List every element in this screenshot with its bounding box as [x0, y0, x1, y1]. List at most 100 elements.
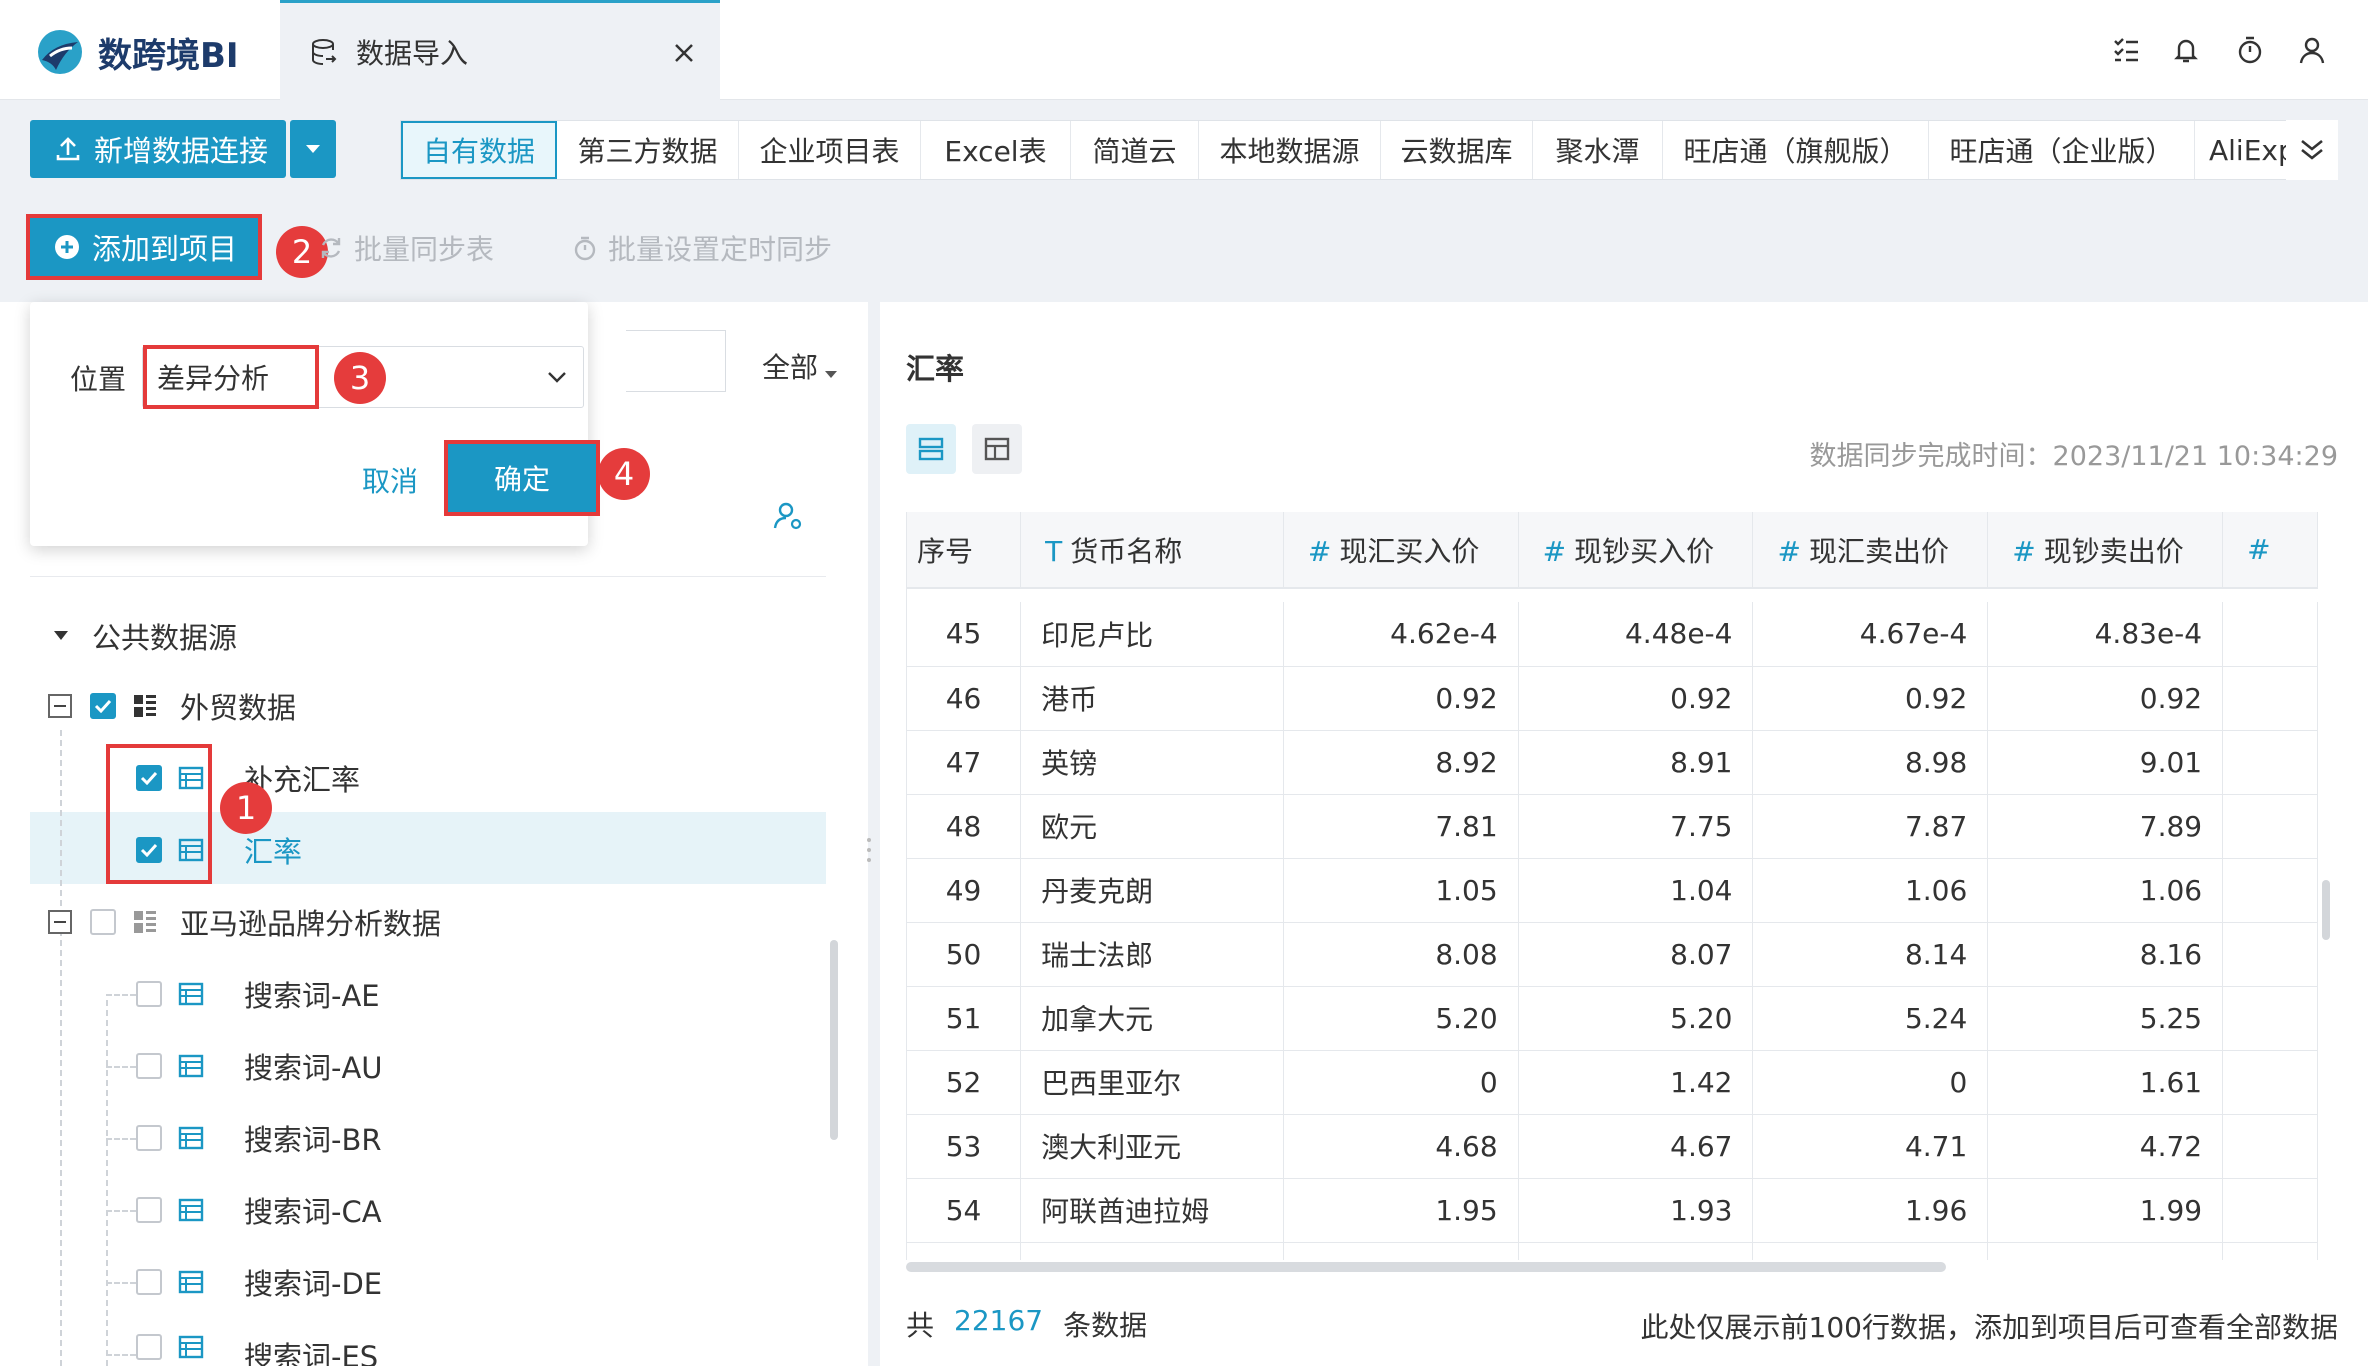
source-tab-cloud-db[interactable]: 云数据库 [1381, 121, 1533, 179]
timer-icon[interactable] [2230, 30, 2270, 70]
tree-item-label: 搜索词-AU [244, 1051, 383, 1085]
tree-item-label: 汇率 [244, 835, 303, 869]
table-cell: 0 [1752, 1050, 1989, 1115]
logo: 数跨境BI [34, 24, 250, 80]
table-cell: 0.39 [1752, 1242, 1989, 1260]
checkbox[interactable] [136, 1269, 162, 1295]
tree-root[interactable]: 公共数据源 [52, 608, 237, 664]
column-header[interactable]: # 现钞买入价 [1518, 512, 1754, 589]
source-tab-third-party[interactable]: 第三方数据 [557, 121, 739, 179]
table-cell: 4.71 [1752, 1114, 1989, 1179]
table-cell: 49 [907, 858, 1022, 923]
batch-sync-button[interactable]: 批量同步表 [318, 228, 494, 268]
batch-timer-button[interactable]: 批量设置定时同步 [572, 228, 832, 268]
source-tab-local[interactable]: 本地数据源 [1199, 121, 1381, 179]
table-row: 54 阿联酋迪拉姆 1.95 1.93 1.96 1.99 [907, 1178, 2318, 1243]
source-tab-jiandaoyun[interactable]: 简道云 [1071, 121, 1199, 179]
checkbox[interactable] [136, 981, 162, 1007]
column-header[interactable]: # 现汇卖出价 [1752, 512, 1989, 589]
step-badge-3: 3 [334, 352, 386, 404]
stopwatch-icon [574, 236, 596, 261]
column-header[interactable]: T 货币名称 [1020, 512, 1284, 589]
tree-item-search-ae[interactable]: 搜索词-AE [136, 966, 380, 1022]
source-tab-aliexpress[interactable]: AliExp [2195, 121, 2295, 179]
table-cell: 4.83e-4 [1987, 602, 2224, 667]
table-cell: 0.42 [1987, 1242, 2224, 1260]
column-header[interactable]: # 现钞卖出价 [1987, 512, 2224, 589]
tree-item-search-ca[interactable]: 搜索词-CA [136, 1182, 382, 1238]
cancel-button[interactable]: 取消 [362, 460, 418, 500]
filter-dropdown[interactable]: 全部 [762, 346, 838, 386]
table-cell [2222, 1050, 2318, 1115]
collapse-icon[interactable] [48, 910, 72, 934]
task-list-icon[interactable] [2106, 30, 2146, 70]
view-detail-icon[interactable] [906, 424, 956, 474]
checkbox[interactable] [90, 909, 116, 935]
checkbox[interactable] [136, 1334, 162, 1360]
vertical-scrollbar[interactable] [2322, 880, 2330, 940]
source-tab-own[interactable]: 自有数据 [401, 121, 557, 179]
column-header[interactable]: # 现汇买入价 [1283, 512, 1519, 589]
table-cell: 1.93 [1518, 1178, 1754, 1243]
horizontal-scrollbar[interactable] [906, 1262, 1946, 1272]
table-cell: 1.04 [1518, 858, 1754, 923]
source-tab-jushuitan[interactable]: 聚水潭 [1533, 121, 1663, 179]
upload-icon [56, 137, 80, 161]
checkbox[interactable] [90, 693, 116, 719]
tab-data-import[interactable]: 数据导入 [280, 0, 720, 100]
tree-scrollbar[interactable] [830, 940, 838, 1140]
search-input[interactable] [626, 330, 726, 392]
table-cell: 0 [1283, 1050, 1519, 1115]
user-icon[interactable] [2292, 30, 2332, 70]
tree-group-amazon[interactable]: 亚马逊品牌分析数据 [48, 894, 441, 950]
checkbox[interactable] [136, 1197, 162, 1223]
bell-icon[interactable] [2166, 30, 2206, 70]
tree-item-search-es[interactable]: 搜索词-ES [136, 1326, 378, 1366]
folder-grid-icon [134, 695, 156, 717]
new-connection-dropdown[interactable] [290, 120, 336, 178]
source-tab-wangdian-enterprise[interactable]: 旺店通（企业版） [1929, 121, 2195, 179]
row-count-value: 22167 [954, 1304, 1044, 1337]
source-tab-excel[interactable]: Excel表 [921, 121, 1071, 179]
chevron-down-icon [548, 372, 566, 383]
batch-sync-label: 批量同步表 [354, 233, 495, 266]
table-cell: 港币 [1020, 666, 1284, 731]
table-cell: 7.89 [1987, 794, 2224, 859]
table-cell: 5.25 [1987, 986, 2224, 1051]
resize-handle[interactable] [866, 836, 872, 864]
column-header[interactable]: 序号 [907, 512, 1022, 589]
table-cell [2222, 730, 2318, 795]
tree-item-search-au[interactable]: 搜索词-AU [136, 1038, 383, 1094]
table-cell: 8.98 [1752, 730, 1989, 795]
table-row: 53 澳大利亚元 4.68 4.67 4.71 4.72 [907, 1114, 2318, 1179]
checkbox[interactable] [136, 1053, 162, 1079]
source-tab-enterprise[interactable]: 企业项目表 [739, 121, 921, 179]
new-connection-label: 新增数据连接 [94, 134, 269, 168]
tree-item-search-br[interactable]: 搜索词-BR [136, 1110, 382, 1166]
view-table-icon[interactable] [972, 424, 1022, 474]
folder-grid-icon [134, 911, 156, 933]
tree-item-search-de[interactable]: 搜索词-DE [136, 1254, 382, 1310]
close-icon[interactable] [664, 33, 704, 73]
tree-group-foreign-trade[interactable]: 外贸数据 [48, 678, 296, 734]
add-to-project-popup: 位置 差异分析 3 取消 确定 4 [30, 302, 650, 546]
checkbox[interactable] [136, 1125, 162, 1151]
table-cell: 1.42 [1518, 1050, 1754, 1115]
table-cell: 46 [907, 666, 1022, 731]
table-cell: 1.05 [1283, 858, 1519, 923]
confirm-button[interactable]: 确定 [444, 440, 600, 516]
table-cell: 5.20 [1518, 986, 1754, 1051]
table-cell: 欧元 [1020, 794, 1284, 859]
plus-circle-icon [55, 235, 79, 259]
add-to-project-button[interactable]: 添加到项目 [26, 214, 262, 280]
table-body: 45 印尼卢比 4.62e-4 4.48e-4 4.67e-4 4.83e-4 46 港币 0.… [907, 588, 2318, 1260]
new-connection-button[interactable]: 新增数据连接 [30, 120, 286, 178]
collapse-icon[interactable] [48, 694, 72, 718]
tree-guide [106, 1066, 136, 1068]
brand-name: 数跨境BI [98, 35, 239, 76]
column-header[interactable]: # [2222, 512, 2318, 589]
table-cell: 4.48e-4 [1518, 602, 1754, 667]
user-setting-icon[interactable] [772, 500, 804, 532]
more-sources-chevron-icon[interactable] [2286, 120, 2338, 180]
source-tab-wangdian-flagship[interactable]: 旺店通（旗舰版） [1663, 121, 1929, 179]
